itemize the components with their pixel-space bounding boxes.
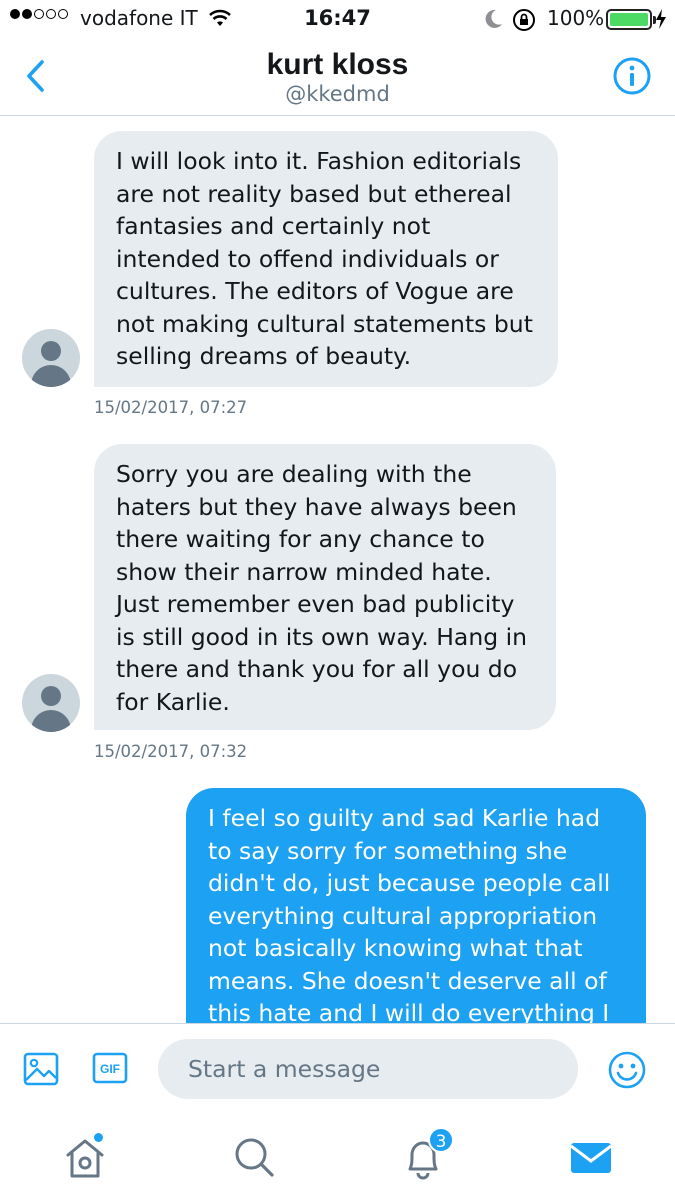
tab-messages[interactable]: [566, 1133, 616, 1183]
sender-avatar[interactable]: [22, 674, 80, 732]
sender-avatar[interactable]: [22, 329, 80, 387]
battery-icon: [606, 9, 656, 30]
info-icon[interactable]: [612, 56, 652, 96]
message-composer: GIF: [0, 1023, 675, 1113]
bottom-tab-bar: 3: [0, 1113, 675, 1200]
contact-handle: @kkedmd: [285, 82, 390, 106]
tab-search[interactable]: [230, 1133, 280, 1183]
battery-percentage: 100%: [547, 6, 605, 30]
outgoing-message-bubble[interactable]: I feel so guilty and sad Karlie had to s…: [186, 788, 646, 1023]
new-activity-dot: [94, 1133, 103, 1142]
message-thread[interactable]: I will look into it. Fashion editorials …: [0, 117, 675, 1023]
conversation-title[interactable]: kurt kloss @kkedmd: [0, 48, 675, 106]
tab-notifications[interactable]: 3: [398, 1127, 454, 1183]
incoming-message-bubble[interactable]: Sorry you are dealing with the haters bu…: [94, 444, 556, 730]
search-icon: [235, 1138, 274, 1177]
emoji-icon[interactable]: [607, 1050, 647, 1090]
envelope-icon: [570, 1143, 612, 1173]
rotation-lock-icon: [513, 9, 535, 31]
contact-name: kurt kloss: [266, 48, 409, 81]
image-icon[interactable]: [22, 1051, 60, 1087]
home-icon: [66, 1139, 104, 1178]
gif-label: GIF: [100, 1062, 120, 1076]
message-text: I feel so guilty and sad Karlie had to s…: [208, 804, 611, 1023]
charging-icon: [656, 9, 666, 29]
do-not-disturb-icon: [485, 9, 502, 28]
incoming-message-bubble[interactable]: I will look into it. Fashion editorials …: [94, 131, 558, 387]
tab-home[interactable]: [60, 1133, 110, 1183]
status-bar: vodafone IT 16:47 100%: [0, 0, 675, 40]
battery-level-fill: [610, 13, 648, 26]
message-input[interactable]: [158, 1039, 578, 1099]
message-text: Sorry you are dealing with the haters bu…: [116, 460, 528, 716]
message-timestamp: 15/02/2017, 07:27: [94, 398, 248, 417]
gif-icon[interactable]: GIF: [92, 1052, 128, 1084]
message-text: I will look into it. Fashion editorials …: [116, 147, 533, 370]
notifications-badge: 3: [428, 1127, 454, 1153]
conversation-header: kurt kloss @kkedmd: [0, 40, 675, 116]
message-timestamp: 15/02/2017, 07:32: [94, 742, 248, 761]
